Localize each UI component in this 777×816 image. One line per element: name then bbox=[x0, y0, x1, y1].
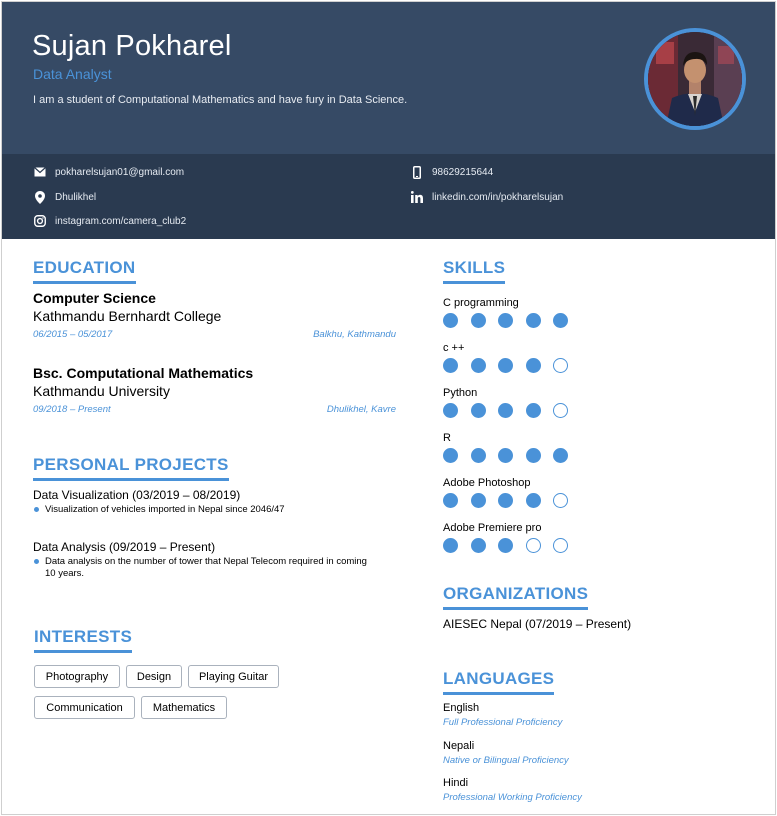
bullet-dot bbox=[34, 559, 39, 564]
location-text: Dhulikhel bbox=[55, 191, 97, 203]
skill-dot-filled bbox=[525, 493, 541, 508]
interest-tag: Photography bbox=[34, 665, 120, 688]
skill-dot-filled bbox=[498, 313, 513, 328]
skill-dot-filled bbox=[443, 493, 458, 508]
skill-rating bbox=[443, 538, 581, 553]
skill-rating bbox=[443, 493, 581, 508]
education-place: Dhulikhel, Kavre bbox=[326, 404, 396, 415]
skill-dot-filled bbox=[443, 538, 458, 553]
email-text: pokharelsujan01@gmail.com bbox=[55, 166, 185, 178]
education-heading: EDUCATION bbox=[33, 258, 136, 284]
interest-tag: Communication bbox=[34, 696, 135, 719]
skills-heading: SKILLS bbox=[443, 258, 506, 284]
language-name: English bbox=[443, 702, 480, 714]
language-level: Full Professional Proficiency bbox=[443, 717, 563, 728]
language-name: Nepali bbox=[443, 740, 475, 752]
skill-dot-filled bbox=[498, 448, 513, 463]
organization-item: AIESEC Nepal (07/2019 – Present) bbox=[443, 617, 632, 631]
skill-dot-empty bbox=[553, 493, 568, 508]
skill-dot-filled bbox=[470, 358, 486, 373]
education-degree: Computer Science bbox=[33, 290, 156, 306]
project-title: Data Analysis (09/2019 – Present) bbox=[33, 540, 216, 554]
skill-rating bbox=[443, 448, 581, 463]
skill-rating bbox=[443, 358, 581, 373]
skill-dot-filled bbox=[443, 358, 458, 373]
skill-name: Python bbox=[443, 387, 478, 399]
skill-dot-filled bbox=[470, 313, 486, 328]
skill-rating bbox=[443, 313, 581, 328]
instagram-text: instagram.com/camera_club2 bbox=[55, 215, 187, 227]
language-name: Hindi bbox=[443, 777, 469, 789]
email-icon bbox=[33, 165, 47, 179]
person-name: Sujan Pokharel bbox=[32, 30, 232, 62]
skill-dot-empty bbox=[553, 538, 568, 553]
skill-name: c ++ bbox=[443, 342, 465, 354]
linkedin-icon bbox=[410, 190, 424, 204]
skill-dot-filled bbox=[498, 403, 513, 418]
education-dates: 09/2018 – Present bbox=[33, 404, 111, 415]
education-school: Kathmandu University bbox=[33, 383, 170, 399]
skill-dot-filled bbox=[443, 403, 458, 418]
contact-email[interactable]: pokharelsujan01@gmail.com bbox=[33, 165, 184, 179]
skill-name: R bbox=[443, 432, 451, 444]
project-bullet: Visualization of vehicles imported in Ne… bbox=[33, 504, 373, 516]
skill-dot-filled bbox=[553, 313, 568, 328]
resume-header: Sujan Pokharel Data Analyst I am a stude… bbox=[2, 2, 775, 154]
education-degree: Bsc. Computational Mathematics bbox=[33, 365, 254, 381]
languages-heading: LANGUAGES bbox=[443, 669, 555, 695]
language-level: Native or Bilingual Proficiency bbox=[443, 755, 569, 766]
location-icon bbox=[33, 190, 47, 204]
contact-location: Dhulikhel bbox=[33, 190, 96, 204]
contact-linkedin[interactable]: linkedin.com/in/pokharelsujan bbox=[410, 190, 563, 204]
bio-text: I am a student of Computational Mathemat… bbox=[33, 94, 408, 106]
job-title: Data Analyst bbox=[33, 66, 112, 82]
linkedin-text: linkedin.com/in/pokharelsujan bbox=[432, 191, 564, 203]
project-description: Visualization of vehicles imported in Ne… bbox=[45, 504, 285, 515]
skill-dot-filled bbox=[498, 538, 513, 553]
contact-bar: pokharelsujan01@gmail.com 98629215644 Dh… bbox=[2, 154, 775, 239]
skill-dot-filled bbox=[470, 448, 486, 463]
interests-heading: INTERESTS bbox=[34, 627, 133, 653]
education-dates: 06/2015 – 05/2017 bbox=[33, 329, 113, 340]
skill-name: Adobe Photoshop bbox=[443, 477, 531, 489]
phone-text: 98629215644 bbox=[432, 166, 494, 178]
skill-dot-filled bbox=[525, 403, 541, 418]
skill-dot-filled bbox=[525, 358, 541, 373]
instagram-icon bbox=[33, 214, 47, 228]
skill-dot-filled bbox=[470, 538, 486, 553]
interest-tag: Design bbox=[126, 665, 182, 688]
interest-tag: Mathematics bbox=[141, 696, 227, 719]
bullet-dot bbox=[34, 507, 39, 512]
profile-photo-image bbox=[648, 32, 742, 126]
profile-photo bbox=[644, 28, 746, 130]
interest-tag: Playing Guitar bbox=[188, 665, 279, 688]
skill-name: Adobe Premiere pro bbox=[443, 522, 542, 534]
skill-name: C programming bbox=[443, 297, 519, 309]
education-place: Balkhu, Kathmandu bbox=[313, 329, 396, 340]
contact-instagram[interactable]: instagram.com/camera_club2 bbox=[33, 214, 186, 228]
skill-dot-filled bbox=[525, 448, 541, 463]
skill-dot-filled bbox=[443, 313, 458, 328]
skill-dot-filled bbox=[443, 448, 458, 463]
education-school: Kathmandu Bernhardt College bbox=[33, 308, 222, 324]
projects-heading: PERSONAL PROJECTS bbox=[33, 455, 229, 481]
project-description: Data analysis on the number of tower tha… bbox=[45, 556, 367, 579]
resume-page: Sujan Pokharel Data Analyst I am a stude… bbox=[1, 1, 776, 815]
skill-dot-empty bbox=[553, 358, 568, 373]
project-bullet: Data analysis on the number of tower tha… bbox=[33, 556, 373, 580]
skill-dot-filled bbox=[498, 358, 513, 373]
skill-dot-filled bbox=[470, 493, 486, 508]
skill-dot-filled bbox=[470, 403, 486, 418]
contact-phone[interactable]: 98629215644 bbox=[410, 165, 493, 179]
skill-dot-filled bbox=[553, 448, 568, 463]
organizations-heading: ORGANIZATIONS bbox=[443, 584, 589, 610]
project-title: Data Visualization (03/2019 – 08/2019) bbox=[33, 488, 241, 502]
phone-icon bbox=[410, 165, 424, 179]
skill-dot-filled bbox=[525, 313, 541, 328]
skill-dot-filled bbox=[498, 493, 513, 508]
skill-dot-empty bbox=[553, 403, 568, 418]
skill-dot-empty bbox=[525, 538, 541, 553]
language-level: Professional Working Proficiency bbox=[443, 792, 582, 803]
skill-rating bbox=[443, 403, 581, 418]
